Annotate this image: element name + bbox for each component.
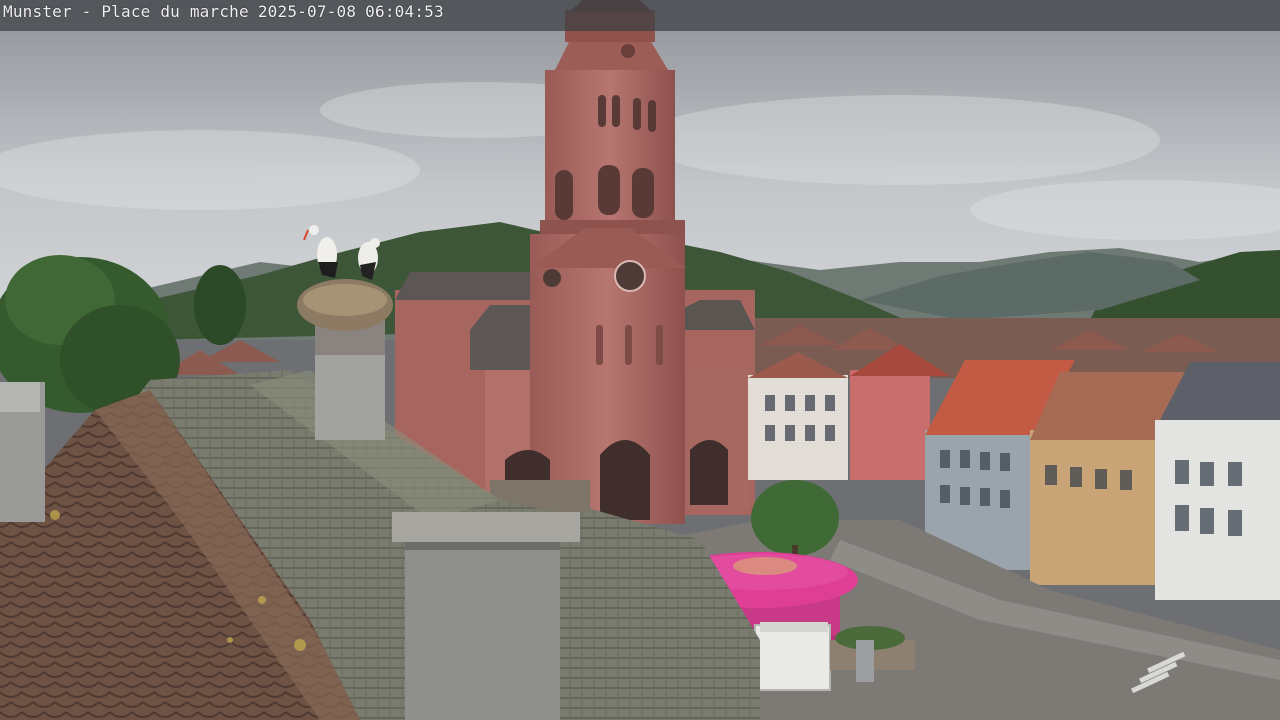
stork-nest — [297, 279, 393, 360]
capture-time: 06:04:53 — [365, 2, 444, 21]
timestamp-overlay-bar: Munster - Place du marche 2025-07-08 06:04… — [0, 0, 1280, 31]
white-corner-house — [1155, 420, 1280, 600]
tower-clock — [614, 260, 646, 292]
webcam-frame: Munster - Place du marche 2025-07-08 06:04… — [0, 0, 1280, 720]
webcam-scene — [0, 0, 1280, 720]
timestamp-overlay: Munster - Place du marche 2025-07-08 06:04… — [3, 2, 453, 22]
white-kiosk — [754, 622, 831, 691]
bollard — [856, 640, 874, 682]
pink-house — [850, 370, 930, 480]
church-nave-roof — [395, 272, 545, 300]
ochre-house — [1030, 430, 1155, 585]
nest-chimney — [315, 355, 385, 440]
camera-location: Munster - Place du marche — [3, 2, 249, 21]
capture-date: 2025-07-08 — [257, 2, 357, 21]
